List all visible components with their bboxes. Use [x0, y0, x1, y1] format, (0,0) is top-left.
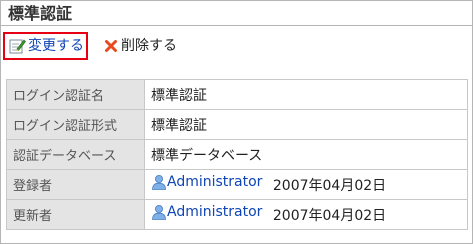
table-row: 登録者 Administrator 2007年04月02日 — [6, 169, 468, 200]
row-value: 標準認証 — [144, 109, 468, 140]
edit-button-label: 変更する — [28, 38, 84, 54]
updater-user-link[interactable]: Administrator — [151, 204, 262, 220]
edit-button[interactable]: 変更する — [3, 32, 88, 60]
delete-button-label: 削除する — [121, 38, 177, 54]
row-label: ログイン認証名 — [6, 79, 145, 110]
row-value: Administrator 2007年04月02日 — [144, 169, 468, 200]
table-row: 更新者 Administrator 2007年04月02日 — [6, 199, 468, 230]
row-value: Administrator 2007年04月02日 — [144, 199, 468, 230]
row-value: 標準認証 — [144, 79, 468, 110]
title-divider — [1, 25, 472, 26]
user-icon — [151, 174, 167, 190]
delete-button[interactable]: 削除する — [104, 32, 177, 60]
page-title: 標準認証 — [8, 4, 73, 23]
auth-details-table: ログイン認証名 標準認証 ログイン認証形式 標準認証 認証データベース 標準デー… — [6, 79, 468, 230]
row-label: 登録者 — [6, 169, 145, 200]
edit-icon — [9, 38, 26, 54]
created-date: 2007年04月02日 — [272, 178, 387, 194]
user-name: Administrator — [167, 204, 263, 220]
row-value: 標準データベース — [144, 139, 468, 170]
user-icon — [151, 204, 167, 220]
auth-detail-panel: 標準認証 変更する 削除する ログイン認証名 標準認証 ログイン認証形式 標準認… — [0, 0, 473, 244]
updated-date: 2007年04月02日 — [272, 208, 387, 224]
user-name: Administrator — [167, 174, 263, 190]
table-row: 認証データベース 標準データベース — [6, 139, 468, 170]
delete-x-icon — [104, 39, 118, 53]
table-row: ログイン認証名 標準認証 — [6, 79, 468, 110]
row-label: ログイン認証形式 — [6, 109, 145, 140]
row-label: 更新者 — [6, 199, 145, 230]
creator-user-link[interactable]: Administrator — [151, 174, 262, 190]
table-row: ログイン認証形式 標準認証 — [6, 109, 468, 140]
row-label: 認証データベース — [6, 139, 145, 170]
